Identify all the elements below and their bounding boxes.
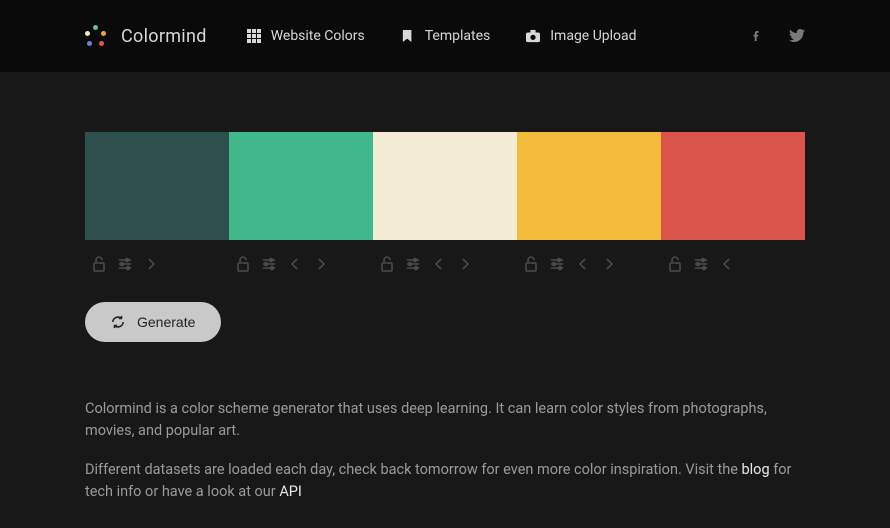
nav-label: Website Colors xyxy=(271,28,365,44)
palette-controls xyxy=(85,256,805,272)
main-nav: Website Colors Templates Image Upload xyxy=(247,28,637,44)
brand[interactable]: Colormind xyxy=(85,25,207,47)
header-bar: Colormind Website Colors Templates Image… xyxy=(0,0,890,72)
camera-icon xyxy=(526,29,540,43)
twitter-icon[interactable] xyxy=(789,28,805,44)
facebook-icon[interactable] xyxy=(751,28,767,44)
bookmark-icon xyxy=(401,29,415,43)
nav-website-colors[interactable]: Website Colors xyxy=(247,28,365,44)
lock-icon[interactable] xyxy=(235,256,251,272)
swatch-controls-3 xyxy=(373,256,517,272)
logo-icon xyxy=(85,25,107,47)
chevron-left-icon[interactable] xyxy=(431,256,447,272)
social-links xyxy=(751,28,805,44)
swatch-3[interactable] xyxy=(373,132,517,240)
chevron-right-icon[interactable] xyxy=(601,256,617,272)
swatch-controls-2 xyxy=(229,256,373,272)
description: Colormind is a color scheme generator th… xyxy=(85,398,805,504)
nav-templates[interactable]: Templates xyxy=(401,28,491,44)
lock-icon[interactable] xyxy=(91,256,107,272)
generate-label: Generate xyxy=(137,314,195,330)
lock-icon[interactable] xyxy=(379,256,395,272)
description-p2: Different datasets are loaded each day, … xyxy=(85,459,805,504)
sliders-icon[interactable] xyxy=(405,256,421,272)
nav-label: Image Upload xyxy=(550,28,636,44)
chevron-left-icon[interactable] xyxy=(719,256,735,272)
swatch-2[interactable] xyxy=(229,132,373,240)
swatch-4[interactable] xyxy=(517,132,661,240)
grid-icon xyxy=(247,29,261,43)
lock-icon[interactable] xyxy=(523,256,539,272)
description-p1: Colormind is a color scheme generator th… xyxy=(85,398,805,443)
swatch-controls-4 xyxy=(517,256,661,272)
sliders-icon[interactable] xyxy=(261,256,277,272)
blog-link[interactable]: blog xyxy=(742,461,770,478)
brand-name: Colormind xyxy=(121,26,207,47)
sliders-icon[interactable] xyxy=(117,256,133,272)
sliders-icon[interactable] xyxy=(549,256,565,272)
generate-button[interactable]: Generate xyxy=(85,302,221,342)
nav-label: Templates xyxy=(425,28,491,44)
chevron-right-icon[interactable] xyxy=(313,256,329,272)
swatch-controls-5 xyxy=(661,256,805,272)
chevron-right-icon[interactable] xyxy=(143,256,159,272)
main-content: Generate Colormind is a color scheme gen… xyxy=(0,132,890,504)
swatch-1[interactable] xyxy=(85,132,229,240)
swatch-5[interactable] xyxy=(661,132,805,240)
chevron-right-icon[interactable] xyxy=(457,256,473,272)
chevron-left-icon[interactable] xyxy=(287,256,303,272)
api-link[interactable]: API xyxy=(279,483,302,500)
swatch-controls-1 xyxy=(85,256,229,272)
nav-image-upload[interactable]: Image Upload xyxy=(526,28,636,44)
refresh-icon xyxy=(111,315,125,329)
lock-icon[interactable] xyxy=(667,256,683,272)
sliders-icon[interactable] xyxy=(693,256,709,272)
color-palette xyxy=(85,132,805,240)
chevron-left-icon[interactable] xyxy=(575,256,591,272)
